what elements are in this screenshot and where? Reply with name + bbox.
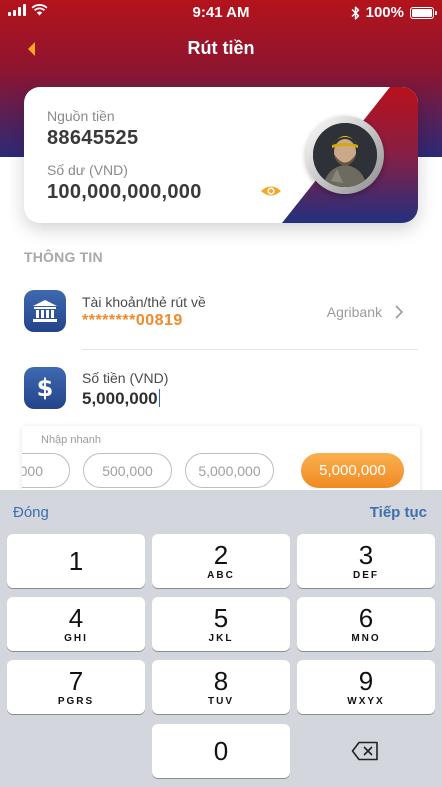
svg-text:$: $ [37,374,54,402]
page-title: Rút tiền [187,38,255,58]
destination-label: Tài khoản/thẻ rút về [82,294,206,310]
battery-icon [410,6,437,19]
key-digit: 6 [358,602,374,633]
bank-icon [24,290,66,332]
key-7[interactable]: 7 PGRS [7,660,145,714]
destination-account-row[interactable]: Tài khoản/thẻ rút về ********00819 Agrib… [0,290,442,342]
key-letters: TUV [208,695,234,707]
section-title: THÔNG TIN [24,249,103,265]
masked-suffix: 00819 [135,312,183,329]
quick-amount-label: Nhập nhanh [41,434,101,446]
delete-key[interactable] [296,724,434,778]
key-digit: 5 [213,602,229,633]
bluetooth-icon [351,5,359,20]
key-letters: JKL [208,632,234,644]
key-digit: 8 [213,665,229,696]
key-letters: GHI [64,632,88,644]
key-6[interactable]: 6 MNO [297,597,435,651]
key-1[interactable]: 1 [7,534,145,588]
key-0[interactable]: 0 [152,724,290,778]
divider [82,349,418,350]
amount-input[interactable]: 5,000,000 [82,389,161,409]
avatar-frame [306,116,384,194]
key-digit: 0 [213,736,229,766]
backspace-icon [351,741,378,761]
key-3[interactable]: 3 DEF [297,534,435,588]
toggle-balance-button[interactable] [260,183,282,199]
numeric-keyboard: Đóng Tiếp tục 1 2 ABC 3 DEF 4 GHI 5 JKL … [0,490,442,787]
amount-label: Số tiền (VND) [82,370,169,386]
masked-prefix: ******** [82,312,136,329]
balance-value: 100,000,000,000 [47,181,202,203]
key-letters: DEF [353,569,379,581]
key-letters: MNO [351,632,381,644]
key-4[interactable]: 4 GHI [7,597,145,651]
text-cursor [158,389,161,407]
key-5[interactable]: 5 JKL [152,597,290,651]
key-digit: 3 [358,539,374,570]
source-label: Nguồn tiền [47,108,115,124]
account-card: Nguồn tiền 88645525 Số dư (VND) 100,000,… [24,87,418,223]
nav-bar: Rút tiền [0,30,442,68]
status-bar: 9:41 AM 100% [0,0,442,26]
quick-amount-chip[interactable]: 5,000,000 [185,453,274,488]
continue-button[interactable]: Tiếp tục [370,504,427,521]
amount-row[interactable]: $ Số tiền (VND) 5,000,000 [0,367,442,411]
key-digit: 1 [68,546,84,576]
key-8[interactable]: 8 TUV [152,660,290,714]
battery-percent: 100% [365,4,404,21]
close-keyboard-button[interactable]: Đóng [13,504,49,521]
key-letters: PGRS [57,695,95,707]
dollar-icon: $ [24,367,66,409]
quick-amount-chip[interactable]: 500,000 [83,453,172,488]
key-letters: WXYX [347,695,385,707]
key-2[interactable]: 2 ABC [152,534,290,588]
key-digit: 4 [68,602,84,633]
key-9[interactable]: 9 WXYX [297,660,435,714]
key-digit: 9 [358,665,374,696]
key-digit: 7 [68,665,84,696]
keyboard-toolbar: Đóng Tiếp tục [0,490,442,534]
bank-name: Agribank [326,304,382,320]
amount-value: 5,000,000 [82,389,158,408]
battery-level [412,8,432,17]
key-digit: 2 [213,539,229,570]
avatar-image [313,123,377,187]
destination-account-number: ********00819 [82,312,183,330]
quick-amount-chip[interactable]: 0,000 [22,453,70,488]
balance-label: Số dư (VND) [47,162,128,178]
chevron-right-icon [395,305,404,319]
quick-amount-panel: Nhập nhanh 0,000 500,000 5,000,000 5,000… [22,426,420,496]
quick-amount-chip-selected[interactable]: 5,000,000 [301,453,404,488]
source-value: 88645525 [47,127,139,149]
avatar [313,123,377,187]
key-letters: ABC [207,569,235,581]
eye-icon [261,186,281,196]
status-right: 100% [351,4,437,21]
